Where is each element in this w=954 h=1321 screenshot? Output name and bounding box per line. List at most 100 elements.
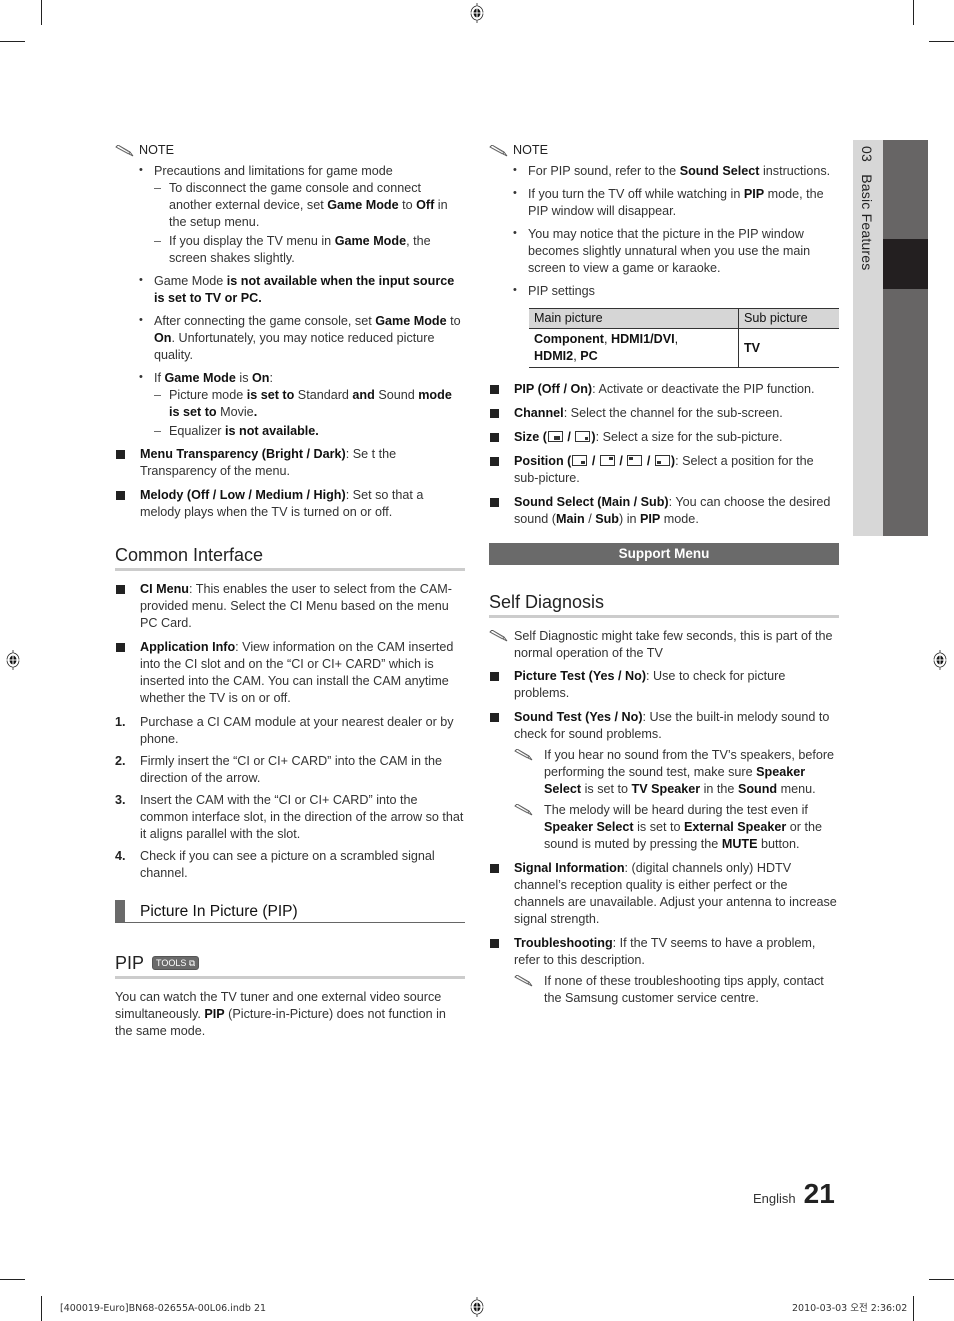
text-run: is <box>235 371 252 385</box>
step-number: 2. <box>115 754 126 768</box>
page-footer: English 21 <box>753 1180 835 1208</box>
text-run: If none of these troubleshooting tips ap… <box>544 974 824 1005</box>
crop-mark <box>929 41 954 42</box>
print-slug-timestamp: 2010-03-03 오전 2:36:02 <box>792 1303 908 1314</box>
crop-mark <box>929 1279 954 1280</box>
setting-item: Picture Test (Yes / No): Use to check fo… <box>489 668 839 702</box>
text-run: is set to <box>581 782 632 796</box>
note-pencil-icon <box>489 630 509 642</box>
heading-bar <box>115 900 125 922</box>
text-run: Sound <box>378 388 415 402</box>
sub-item: To disconnect the game console and conne… <box>154 180 465 231</box>
print-slug-file: [400019-Euro]BN68-02655A-00L06.indb 21 <box>60 1303 267 1314</box>
step-number: 1. <box>115 715 126 729</box>
bold-term: TV <box>743 340 761 355</box>
setting-label: Signal Information <box>514 861 625 875</box>
text-run: Picture mode <box>169 388 244 402</box>
pip-settings-table: Main picture Sub picture Component, HDMI… <box>529 308 839 368</box>
crop-mark <box>0 1279 25 1280</box>
setting-item: Troubleshooting: If the TV seems to have… <box>489 935 839 1007</box>
list-item: After connecting the game console, set G… <box>139 312 465 364</box>
position-top-right-icon <box>599 455 615 466</box>
table-header: Sub picture <box>737 308 839 329</box>
sub-note: The melody will be heard during the test… <box>514 802 839 853</box>
step-text: Firmly insert the “CI or CI+ CARD” into … <box>140 754 442 785</box>
bold-term: PIP <box>743 187 765 201</box>
bold-term: Game Mode <box>334 234 407 248</box>
setting-label: Sound Select (Main / Sub) <box>514 495 669 509</box>
page-number: 21 <box>803 1178 835 1209</box>
text-run: If you turn the TV off while watching in <box>528 187 744 201</box>
setting-description: : Activate or deactivate the PIP functio… <box>592 382 815 396</box>
registration-mark-icon <box>469 3 485 23</box>
list-item: If you turn the TV off while watching in… <box>513 185 839 220</box>
setting-item: Menu Transparency (Bright / Dark): Se t … <box>115 446 465 480</box>
bold-term: PC <box>580 349 598 363</box>
note-heading: NOTE <box>115 142 465 159</box>
self-diagnosis-note: Self Diagnostic might take few seconds, … <box>489 628 839 662</box>
bold-term: Off <box>416 198 435 212</box>
bold-term: Sound <box>737 782 778 796</box>
text-run: ) in <box>619 512 640 526</box>
ci-items-list: CI Menu: This enables the user to select… <box>115 581 465 707</box>
support-menu-banner: Support Menu <box>489 543 839 565</box>
text-run: / <box>584 512 596 526</box>
position-bottom-left-icon <box>654 455 670 466</box>
sub-note: If you hear no sound from the TV’s speak… <box>514 747 839 798</box>
bold-term: Component <box>534 332 604 346</box>
bold-term: Sound Select <box>679 164 760 178</box>
pip-title: PIP <box>115 953 145 973</box>
setting-label: Menu Transparency (Bright / Dark) <box>140 447 346 461</box>
bullet-square-icon <box>490 457 499 466</box>
step-item: 4. Check if you can see a picture on a sc… <box>115 848 465 882</box>
text-run: If you display the TV menu in <box>169 234 335 248</box>
bullet-square-icon <box>490 713 499 722</box>
pip-description: You can watch the TV tuner and one exter… <box>115 989 465 1040</box>
registration-mark-icon <box>469 1297 485 1317</box>
text-run: Movie <box>220 405 254 419</box>
step-item: 2. Firmly insert the “CI or CI+ CARD” int… <box>115 753 465 787</box>
bullet-square-icon <box>490 864 499 873</box>
bold-term: Game Mode <box>327 198 399 212</box>
sub-note: If none of these troubleshooting tips ap… <box>514 973 839 1007</box>
bold-term: Game Mode <box>164 371 236 385</box>
text-run: PIP settings <box>528 284 595 298</box>
text-run: is set to <box>633 820 685 834</box>
list-item-text: Precautions and limitations for game mod… <box>154 164 393 178</box>
text-run: to <box>398 198 417 212</box>
setting-item: Signal Information: (digital channels on… <box>489 860 839 928</box>
subsection-title: Picture In Picture (PIP) <box>140 902 298 920</box>
size-small-icon <box>575 431 591 442</box>
setting-label: Melody (Off / Low / Medium / High) <box>140 488 346 502</box>
setting-item: Melody (Off / Low / Medium / High): Set … <box>115 487 465 521</box>
step-number: 4. <box>115 849 126 863</box>
list-item: You may notice that the picture in the P… <box>513 225 839 277</box>
pip-option: Channel: Select the channel for the sub-… <box>489 405 839 422</box>
bold-term: HDMI1/DVI <box>610 332 675 346</box>
setting-label: CI Menu <box>140 582 189 596</box>
note-list: For PIP sound, refer to the Sound Select… <box>513 162 839 300</box>
separator: / <box>588 454 599 468</box>
text-run: Equalizer <box>169 424 222 438</box>
bold-term: PIP <box>640 512 661 526</box>
section-title-common-interface: Common Interface <box>115 544 465 571</box>
setting-label: Size ( <box>514 430 547 444</box>
text-run: After connecting the game console, set <box>154 314 376 328</box>
bullet-square-icon <box>116 491 125 500</box>
table-header: Main picture <box>529 308 739 329</box>
text-run: Standard <box>297 388 349 402</box>
note-pencil-icon <box>489 144 509 157</box>
sub-item: If you display the TV menu in Game Mode,… <box>154 233 465 267</box>
bold-term: PIP <box>204 1007 225 1021</box>
bold-term: On <box>154 331 172 345</box>
bold-term: Speaker Select <box>544 820 634 834</box>
section-title-self-diagnosis: Self Diagnosis <box>489 591 839 618</box>
setting-description: : Select the channel for the sub-screen. <box>563 406 783 420</box>
table-cell-sub: TV <box>737 328 839 368</box>
bold-term: TV Speaker <box>631 782 701 796</box>
note-label: NOTE <box>513 143 548 157</box>
separator: / <box>643 454 654 468</box>
tools-badge: TOOLS ⧉ <box>152 956 200 970</box>
list-item: Game Mode is not available when the inpu… <box>139 272 465 307</box>
step-item: 3. Insert the CAM with the “CI or CI+ CAR… <box>115 792 465 843</box>
